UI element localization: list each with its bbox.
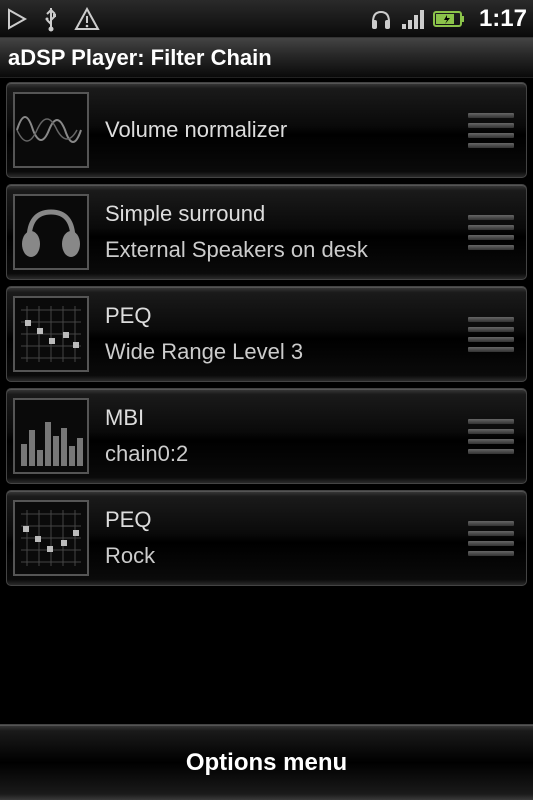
drag-handle-icon[interactable] bbox=[462, 412, 520, 460]
bars-icon bbox=[13, 398, 89, 474]
filter-item-peq-wide-range[interactable]: PEQ Wide Range Level 3 bbox=[6, 286, 527, 382]
filter-item-volume-normalizer[interactable]: Volume normalizer bbox=[6, 82, 527, 178]
signal-icon bbox=[401, 9, 425, 29]
drag-handle-icon[interactable] bbox=[462, 514, 520, 562]
battery-icon bbox=[433, 10, 465, 28]
filter-name: PEQ bbox=[105, 507, 462, 533]
options-label: Options menu bbox=[186, 749, 347, 777]
waveform-icon bbox=[13, 92, 89, 168]
warning-icon bbox=[74, 7, 100, 31]
filter-name: Simple surround bbox=[105, 201, 462, 227]
headphones-icon bbox=[13, 194, 89, 270]
headphones-icon bbox=[369, 8, 393, 30]
filter-list[interactable]: Volume normalizer Simple surround Extern… bbox=[0, 78, 533, 596]
filter-name: PEQ bbox=[105, 303, 462, 329]
filter-subtitle: Rock bbox=[105, 543, 462, 569]
filter-name: Volume normalizer bbox=[105, 117, 462, 143]
status-bar: 1:17 bbox=[0, 0, 533, 38]
filter-name: MBI bbox=[105, 405, 462, 431]
filter-subtitle: chain0:2 bbox=[105, 441, 462, 467]
filter-item-simple-surround[interactable]: Simple surround External Speakers on des… bbox=[6, 184, 527, 280]
filter-subtitle: External Speakers on desk bbox=[105, 237, 462, 263]
drag-handle-icon[interactable] bbox=[462, 208, 520, 256]
filter-subtitle: Wide Range Level 3 bbox=[105, 339, 462, 365]
play-icon bbox=[6, 8, 28, 30]
filter-item-peq-rock[interactable]: PEQ Rock bbox=[6, 490, 527, 586]
drag-handle-icon[interactable] bbox=[462, 310, 520, 358]
filter-item-mbi[interactable]: MBI chain0:2 bbox=[6, 388, 527, 484]
options-menu-button[interactable]: Options menu bbox=[0, 724, 533, 800]
peq-icon bbox=[13, 296, 89, 372]
drag-handle-icon[interactable] bbox=[462, 106, 520, 154]
usb-icon bbox=[40, 6, 62, 32]
page-title: aDSP Player: Filter Chain bbox=[8, 45, 272, 71]
title-bar: aDSP Player: Filter Chain bbox=[0, 38, 533, 78]
clock: 1:17 bbox=[479, 5, 527, 33]
peq-icon bbox=[13, 500, 89, 576]
